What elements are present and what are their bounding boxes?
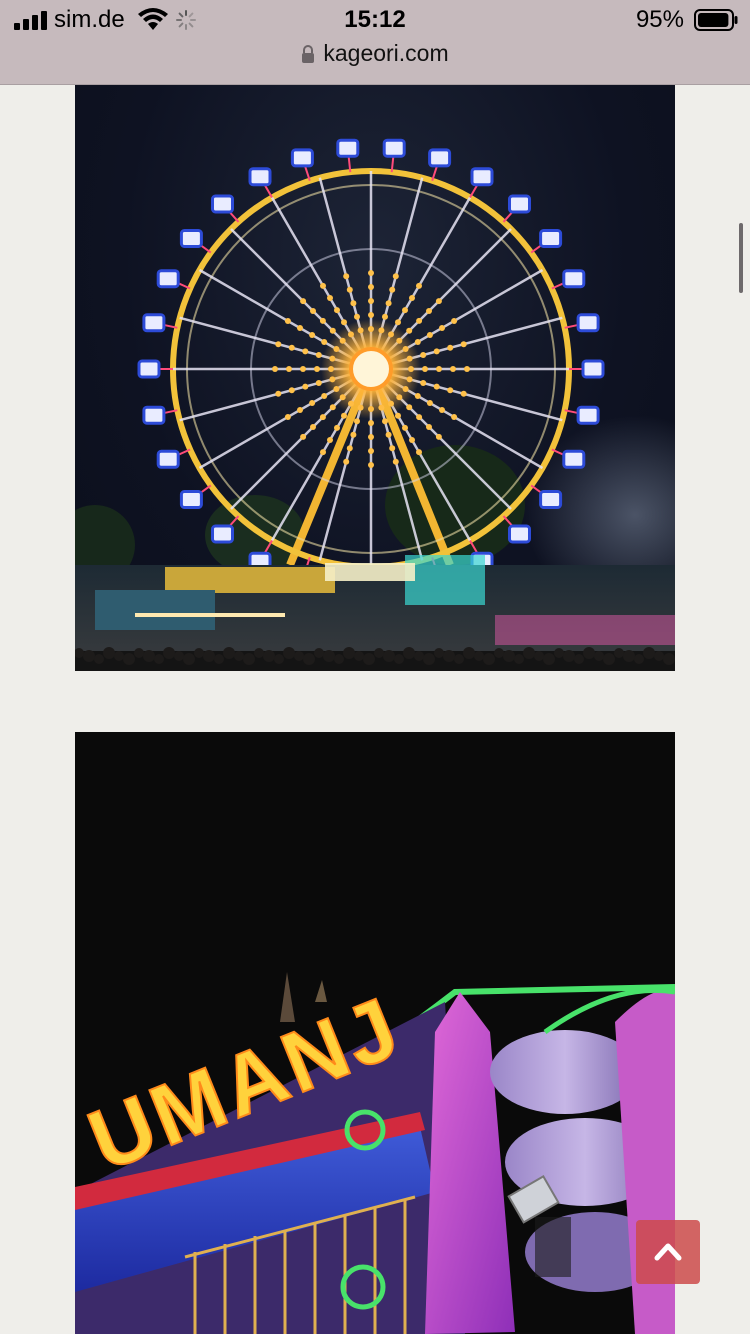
fun-house-illustration: UMANJ	[75, 732, 675, 1334]
chevron-up-icon	[654, 1243, 682, 1261]
battery-icon	[694, 9, 738, 31]
ferris-wheel-illustration	[75, 138, 675, 671]
address-bar[interactable]: kageori.com	[0, 40, 750, 70]
status-bar: sim.de 15:12 95%	[0, 0, 750, 40]
browser-top-bar: sim.de 15:12 95% kageori.com	[0, 0, 750, 85]
battery-percentage: 95%	[635, 6, 684, 33]
back-to-top-button[interactable]	[636, 1220, 700, 1284]
url-text: kageori.com	[323, 40, 449, 66]
ferris-wheel-photo	[75, 85, 675, 671]
scrollbar-thumb[interactable]	[739, 223, 743, 293]
fun-house-photo: UMANJ	[75, 732, 675, 1334]
lock-icon	[302, 45, 315, 63]
